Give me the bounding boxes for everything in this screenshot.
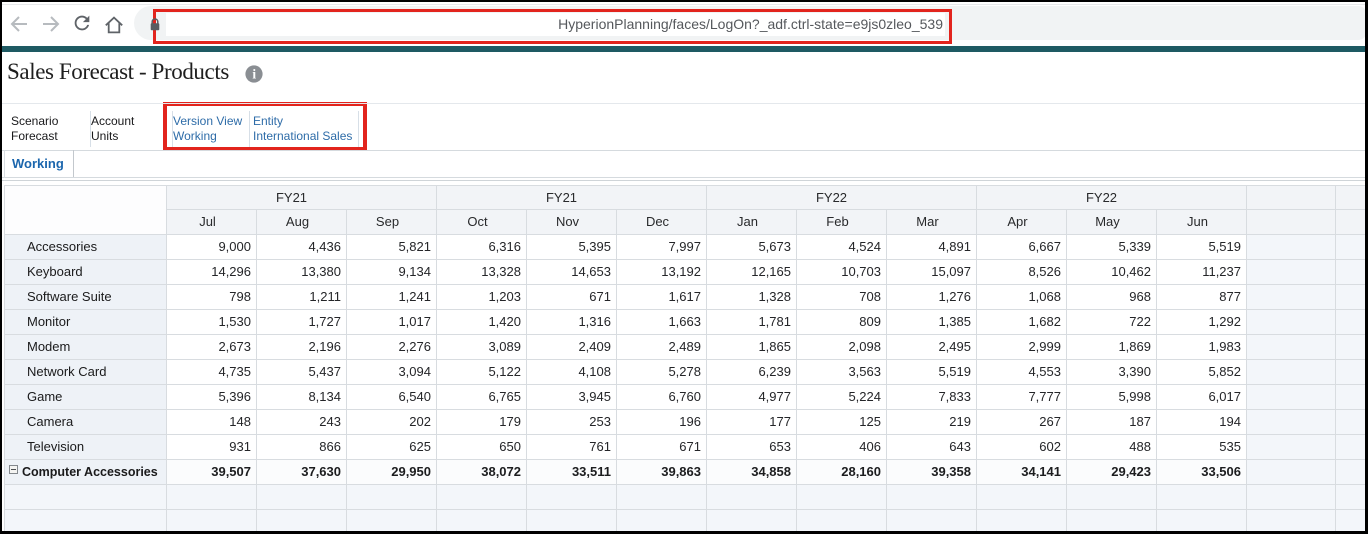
svg-text:i: i: [252, 66, 256, 81]
